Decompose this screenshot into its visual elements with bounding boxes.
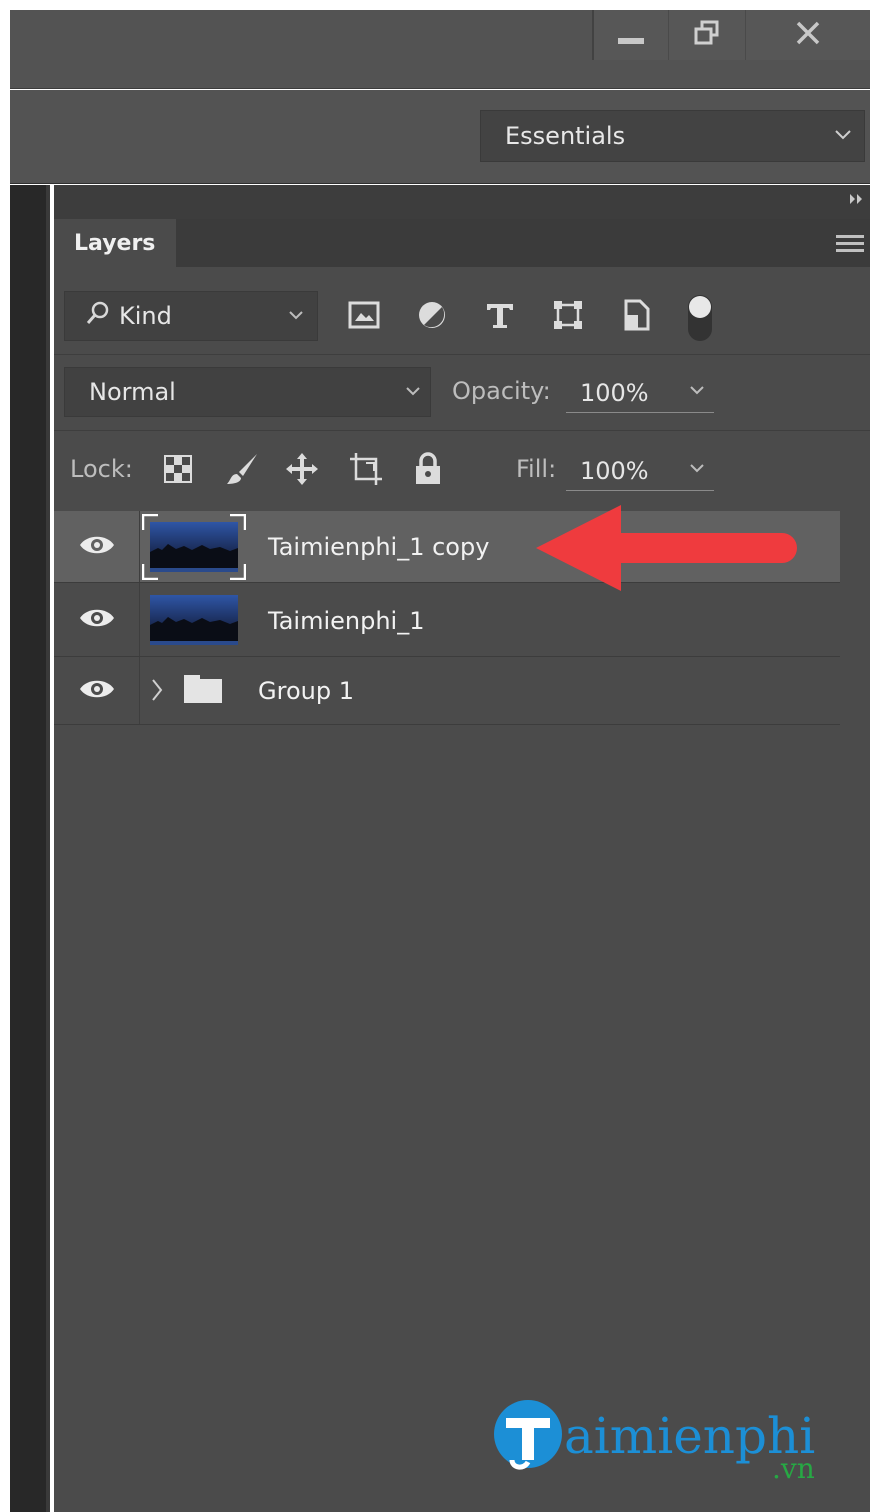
lock-position-icon bbox=[284, 451, 320, 491]
filter-toggle-switch[interactable] bbox=[688, 293, 712, 343]
smart-object-filter-icon bbox=[622, 299, 650, 335]
adjustment-layer-filter-button[interactable] bbox=[412, 297, 452, 337]
dock-divider bbox=[46, 185, 50, 1512]
type-layer-filter-icon bbox=[485, 300, 515, 334]
fill-field[interactable]: 100% bbox=[566, 451, 714, 491]
eye-icon bbox=[79, 606, 115, 634]
blend-mode-select[interactable]: Normal bbox=[64, 367, 431, 417]
title-bar bbox=[10, 10, 870, 89]
folder-icon bbox=[182, 673, 224, 709]
workspace-switcher[interactable]: Essentials bbox=[480, 110, 865, 162]
left-dock bbox=[10, 185, 50, 1512]
pixel-layer-filter-icon bbox=[348, 301, 380, 333]
layer-row[interactable]: Taimienphi_1 bbox=[54, 583, 840, 657]
layer-name: Group 1 bbox=[258, 677, 354, 705]
chevron-down-icon bbox=[832, 123, 854, 151]
annotation-arrow bbox=[536, 505, 797, 591]
blend-mode-value: Normal bbox=[89, 378, 176, 406]
fill-label: Fill: bbox=[516, 455, 557, 483]
search-icon bbox=[85, 300, 111, 332]
eye-icon bbox=[79, 677, 115, 705]
filter-kind-select[interactable]: Kind bbox=[64, 291, 318, 341]
restore-icon bbox=[694, 20, 720, 50]
shape-layer-filter-button[interactable] bbox=[548, 297, 588, 337]
minimize-icon bbox=[618, 26, 644, 44]
close-button[interactable] bbox=[745, 10, 870, 60]
panel-menu-icon[interactable] bbox=[836, 233, 864, 259]
lock-fill-row: Lock: Fill: 100% bbox=[54, 431, 870, 511]
layer-name: Taimienphi_1 bbox=[268, 607, 425, 635]
lock-transparent-pixels-icon bbox=[163, 454, 193, 488]
layer-thumbnail bbox=[150, 522, 238, 572]
restore-button[interactable] bbox=[668, 10, 745, 60]
visibility-toggle[interactable] bbox=[54, 583, 140, 656]
lock-artboard-icon bbox=[348, 451, 384, 491]
lock-image-pixels-button[interactable] bbox=[222, 451, 262, 491]
lock-transparent-pixels-button[interactable] bbox=[158, 451, 198, 491]
layer-row[interactable]: Group 1 bbox=[54, 657, 840, 725]
layer-thumbnail bbox=[150, 595, 238, 645]
window-controls bbox=[592, 10, 870, 60]
visibility-toggle[interactable] bbox=[54, 511, 140, 582]
lock-image-pixels-icon bbox=[225, 452, 259, 490]
options-bar: Essentials bbox=[10, 90, 870, 184]
lock-artboard-button[interactable] bbox=[346, 451, 386, 491]
type-layer-filter-button[interactable] bbox=[480, 297, 520, 337]
opacity-label: Opacity: bbox=[452, 377, 551, 405]
blend-opacity-row: Normal Opacity: 100% bbox=[54, 355, 870, 431]
fill-value: 100% bbox=[580, 456, 649, 485]
adjustment-layer-filter-icon bbox=[416, 299, 448, 335]
watermark-logo: aimienphi .vn bbox=[490, 1398, 835, 1485]
lock-all-icon bbox=[413, 452, 443, 490]
visibility-toggle[interactable] bbox=[54, 657, 140, 724]
eye-icon bbox=[79, 533, 115, 561]
smart-object-filter-button[interactable] bbox=[616, 297, 656, 337]
chevron-down-icon bbox=[402, 380, 424, 408]
close-icon bbox=[795, 20, 821, 50]
shape-layer-filter-icon bbox=[552, 299, 584, 335]
panel-tab-bar: Layers bbox=[54, 219, 870, 268]
collapse-panels-icon[interactable] bbox=[848, 191, 866, 210]
chevron-down-icon bbox=[686, 379, 708, 407]
expand-group-chevron-icon[interactable] bbox=[150, 677, 164, 707]
filter-kind-label: Kind bbox=[119, 302, 172, 330]
opacity-value: 100% bbox=[580, 378, 649, 407]
pixel-layer-filter-button[interactable] bbox=[344, 297, 384, 337]
filter-row: Kind bbox=[54, 267, 870, 355]
workspace-label: Essentials bbox=[505, 122, 626, 150]
lock-position-button[interactable] bbox=[282, 451, 322, 491]
panel-header-strip bbox=[54, 185, 870, 219]
opacity-field[interactable]: 100% bbox=[566, 373, 714, 413]
minimize-button[interactable] bbox=[592, 10, 668, 60]
lock-all-button[interactable] bbox=[408, 451, 448, 491]
chevron-down-icon bbox=[285, 304, 307, 332]
tab-layers[interactable]: Layers bbox=[54, 219, 176, 268]
chevron-down-icon bbox=[686, 457, 708, 485]
lock-label: Lock: bbox=[70, 455, 133, 483]
layer-name: Taimienphi_1 copy bbox=[268, 533, 490, 561]
layers-panel: Layers Kind Normal Opacity: 100% Lock: F… bbox=[54, 185, 870, 1512]
svg-text:.vn: .vn bbox=[772, 1452, 815, 1484]
